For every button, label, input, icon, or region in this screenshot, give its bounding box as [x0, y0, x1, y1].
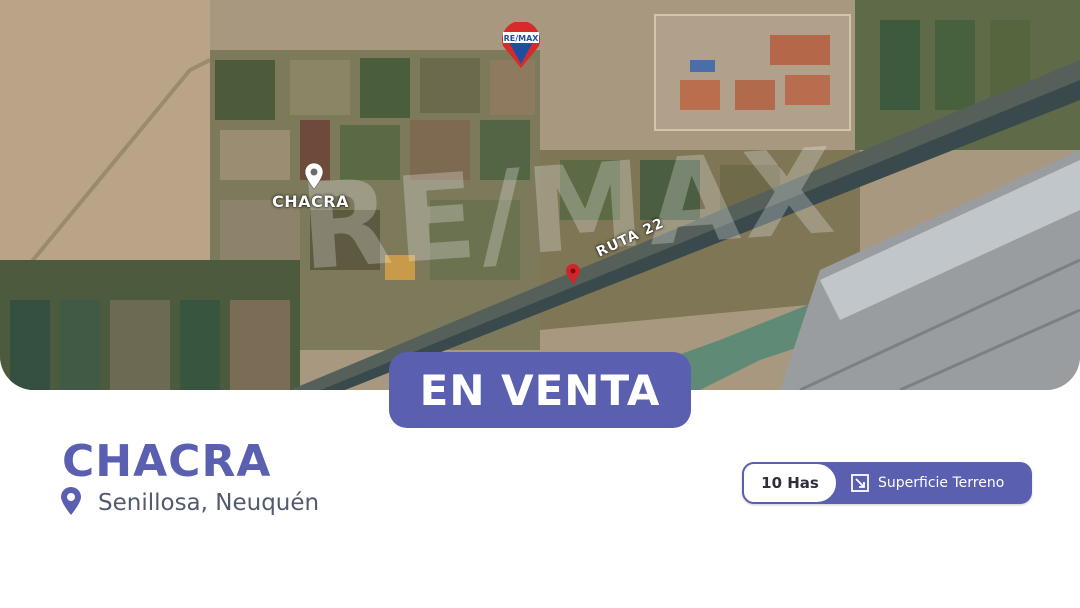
- location-text: Senillosa, Neuquén: [98, 490, 320, 516]
- road-pin-icon: [565, 263, 581, 285]
- feature-label-group: Superficie Terreno: [850, 462, 1004, 504]
- remax-balloon-icon: RE/MAX: [499, 22, 543, 70]
- listing-location: Senillosa, Neuquén: [60, 486, 319, 520]
- listing-title: CHACRA: [62, 436, 272, 487]
- location-pin-icon: [60, 486, 82, 520]
- area-icon: [851, 474, 869, 492]
- feature-value: 10 Has: [742, 462, 838, 504]
- map-pin-icon: [303, 162, 325, 190]
- map-place-label: CHACRA: [272, 192, 349, 211]
- remax-balloon-text: RE/MAX: [504, 34, 540, 43]
- for-sale-badge: EN VENTA: [389, 352, 691, 428]
- feature-label: Superficie Terreno: [878, 475, 1005, 491]
- satellite-map: RE/MAX RE/MAX CHACRA RUTA 22: [0, 0, 1080, 390]
- feature-pill: 10 Has Superficie Terreno: [742, 462, 1032, 504]
